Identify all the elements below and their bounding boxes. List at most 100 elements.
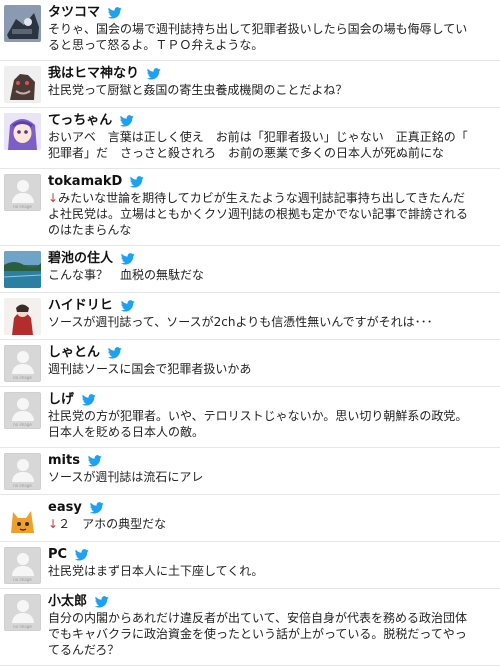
tweet-header: PC [48, 546, 494, 563]
tweet-text-line: おいアベ 言葉は正しく使え お前は「犯罪者扱い」じゃない 正真正銘の「 [48, 129, 494, 145]
avatar-placeholder[interactable]: no image [4, 392, 41, 429]
tweet-item: no image tokamakD ↓みたいな世論を期待してカビが生えたような週刊誌… [0, 169, 500, 246]
twitter-bird-icon[interactable] [75, 548, 89, 561]
tweet-text-line: でもキャバクラに政治資金を使ったという話が上がっている。脱税だってやっ [48, 626, 494, 642]
tweet-text: ソースが週刊誌って、ソースが2chよりも信憑性無いんですがそれは･･･ [48, 315, 433, 329]
avatar[interactable] [4, 5, 41, 42]
tweet-text: でもキャバクラに政治資金を使ったという話が上がっている。脱税だってやっ [48, 627, 467, 641]
user-name[interactable]: tokamakD [48, 173, 122, 190]
tweet-text-line: 自分の内閣からあれだけ違反者が出ていて、安倍自身が代表を務める政治団体 [48, 610, 494, 626]
twitter-bird-icon[interactable] [82, 393, 96, 406]
tweet-text: ソースが週刊誌は流石にアレ [48, 470, 204, 484]
tweet-feed: タツコマ そりゃ、国会の場で週刊誌持ち出して犯罪者扱いしたら国会の場も侮辱している… [0, 0, 500, 666]
tweet-header: 碧池の住人 [48, 250, 494, 267]
tweet-text-line: のはたまらんな [48, 222, 494, 238]
avatar-placeholder[interactable]: no image [4, 174, 41, 211]
no-image-label: no image [13, 624, 32, 629]
tweet-body: ↓２ アホの典型だな [48, 516, 494, 532]
tweet-text-line: 社民党の方が犯罪者。いや、テロリストじゃないか。思い切り朝鮮系の政党。 [48, 408, 494, 424]
tweet-text: みたいな世論を期待してカビが生えたような週刊誌記事持ち出してきたんだ [58, 191, 465, 205]
tweet-text-line: 犯罪者」だ さっさと殺されろ お前の悪業で多くの日本人が死ぬ前にな [48, 145, 494, 161]
tweet-text: 犯罪者」だ さっさと殺されろ お前の悪業で多くの日本人が死ぬ前にな [48, 146, 445, 160]
tweet-header: tokamakD [48, 173, 494, 190]
avatar-placeholder[interactable]: no image [4, 594, 41, 631]
tweet-body: ソースが週刊誌は流石にアレ [48, 469, 494, 485]
tweet-item: no image 小太郎 自分の内閣からあれだけ違反者が出ていて、安倍自身が代表を務… [0, 589, 500, 666]
twitter-bird-icon[interactable] [130, 175, 145, 188]
user-name[interactable]: てっちゃん [48, 112, 112, 129]
tweet-text: ると思って怒るよ。ＴＰＯ弁えような。 [48, 38, 264, 52]
tweet-text-line: ↓みたいな世論を期待してカビが生えたような週刊誌記事持ち出してきたんだ [48, 190, 494, 206]
tweet-item: ハイドリヒ ソースが週刊誌って、ソースが2chよりも信憑性無いんですがそれは･･･ [0, 293, 500, 340]
avatar[interactable] [4, 251, 41, 288]
tweet-header: しげ [48, 391, 494, 408]
twitter-bird-icon[interactable] [108, 6, 122, 19]
down-arrow-icon: ↓ [48, 191, 59, 205]
user-name[interactable]: ハイドリヒ [48, 297, 113, 314]
tweet-text-line: よ社民党は。立場はともかくクソ週刊誌の根拠も定かでない記事で誹謗される [48, 206, 494, 222]
tweet-body: こんな事？ 血税の無駄だな [48, 267, 494, 283]
twitter-bird-icon[interactable] [120, 114, 135, 127]
user-name[interactable]: 小太郎 [48, 593, 87, 610]
tweet-text-line: ソースが週刊誌って、ソースが2chよりも信憑性無いんですがそれは･･･ [48, 314, 494, 330]
tweet-text: おいアベ 言葉は正しく使え お前は「犯罪者扱い」じゃない 正真正銘の「 [48, 130, 468, 144]
tweet-header: 小太郎 [48, 593, 494, 610]
user-name[interactable]: mits [48, 452, 80, 469]
tweet-body: ソースが週刊誌って、ソースが2chよりも信憑性無いんですがそれは･･･ [48, 314, 494, 330]
tweet-text: よ社民党は。立場はともかくクソ週刊誌の根拠も定かでない記事で誹謗される [48, 207, 469, 221]
tweet-text: 社民党の方が犯罪者。いや、テロリストじゃないか。思い切り朝鮮系の政党。 [48, 409, 468, 423]
tweet-text: そりゃ、国会の場で週刊誌持ち出して犯罪者扱いしたら国会の場も侮辱してい [48, 22, 468, 36]
twitter-bird-icon[interactable] [108, 346, 122, 359]
user-name[interactable]: easy [48, 499, 82, 516]
tweet-text-line: 社民党って厨獄と姦国の寄生虫養成機関のことだよね？ [48, 82, 494, 98]
avatar[interactable] [4, 66, 41, 103]
user-name[interactable]: PC [48, 546, 67, 563]
tweet-item: no image mits ソースが週刊誌は流石にアレ [0, 448, 500, 495]
avatar[interactable] [4, 500, 41, 537]
tweet-text-line: ると思って怒るよ。ＴＰＯ弁えような。 [48, 37, 494, 53]
tweet-text: 日本人を貶める日本人の敵。 [48, 425, 205, 439]
tweet-text: のはたまらんな [48, 223, 132, 237]
tweet-body: 社民党の方が犯罪者。いや、テロリストじゃないか。思い切り朝鮮系の政党。 日本人を貶… [48, 408, 494, 440]
user-name[interactable]: タツコマ [48, 4, 100, 21]
tweet-text: 週刊誌ソースに国会で犯罪者扱いかあ [48, 362, 252, 376]
no-image-label: no image [13, 483, 32, 488]
tweet-text-line: てるんだろ？ [48, 642, 494, 658]
tweet-header: easy [48, 499, 494, 516]
user-name[interactable]: 碧池の住人 [48, 250, 113, 267]
tweet-body: おいアベ 言葉は正しく使え お前は「犯罪者扱い」じゃない 正真正銘の「 犯罪者」だ… [48, 129, 494, 161]
down-arrow-icon: ↓ [48, 517, 59, 531]
tweet-header: mits [48, 452, 494, 469]
twitter-bird-icon[interactable] [95, 595, 109, 608]
no-image-label: no image [13, 375, 32, 380]
avatar-placeholder[interactable]: no image [4, 453, 41, 490]
tweet-text-line: こんな事？ 血税の無駄だな [48, 267, 494, 283]
twitter-bird-icon[interactable] [121, 252, 135, 265]
avatar-placeholder[interactable]: no image [4, 547, 41, 584]
user-name[interactable]: 我はヒマ神なり [48, 65, 139, 82]
twitter-bird-icon[interactable] [147, 67, 161, 80]
twitter-bird-icon[interactable] [87, 454, 102, 467]
tweet-text: ２ アホの典型だな [58, 517, 167, 531]
twitter-bird-icon[interactable] [120, 299, 135, 312]
tweet-text: 社民党はまず日本人に土下座してくれ。 [48, 564, 264, 578]
twitter-bird-icon[interactable] [89, 501, 104, 514]
tweet-body: ↓みたいな世論を期待してカビが生えたような週刊誌記事持ち出してきたんだ よ社民党は… [48, 190, 494, 238]
tweet-text-line: そりゃ、国会の場で週刊誌持ち出して犯罪者扱いしたら国会の場も侮辱してい [48, 21, 494, 37]
tweet-header: てっちゃん [48, 112, 494, 129]
tweet-item: 我はヒマ神なり 社民党って厨獄と姦国の寄生虫養成機関のことだよね？ [0, 61, 500, 108]
tweet-text-line: 週刊誌ソースに国会で犯罪者扱いかあ [48, 361, 494, 377]
tweet-text-line: ソースが週刊誌は流石にアレ [48, 469, 494, 485]
avatar-placeholder[interactable]: no image [4, 345, 41, 382]
tweet-body: 週刊誌ソースに国会で犯罪者扱いかあ [48, 361, 494, 377]
user-name[interactable]: しゃとん [48, 344, 100, 361]
tweet-header: しゃとん [48, 344, 494, 361]
avatar[interactable] [4, 298, 41, 335]
no-image-label: no image [13, 577, 32, 582]
avatar[interactable] [4, 113, 41, 150]
user-name[interactable]: しげ [48, 391, 74, 408]
tweet-body: 社民党はまず日本人に土下座してくれ。 [48, 563, 494, 579]
tweet-body: 社民党って厨獄と姦国の寄生虫養成機関のことだよね？ [48, 82, 494, 98]
tweet-header: 我はヒマ神なり [48, 65, 494, 82]
tweet-item: no image しゃとん 週刊誌ソースに国会で犯罪者扱いかあ [0, 340, 500, 387]
